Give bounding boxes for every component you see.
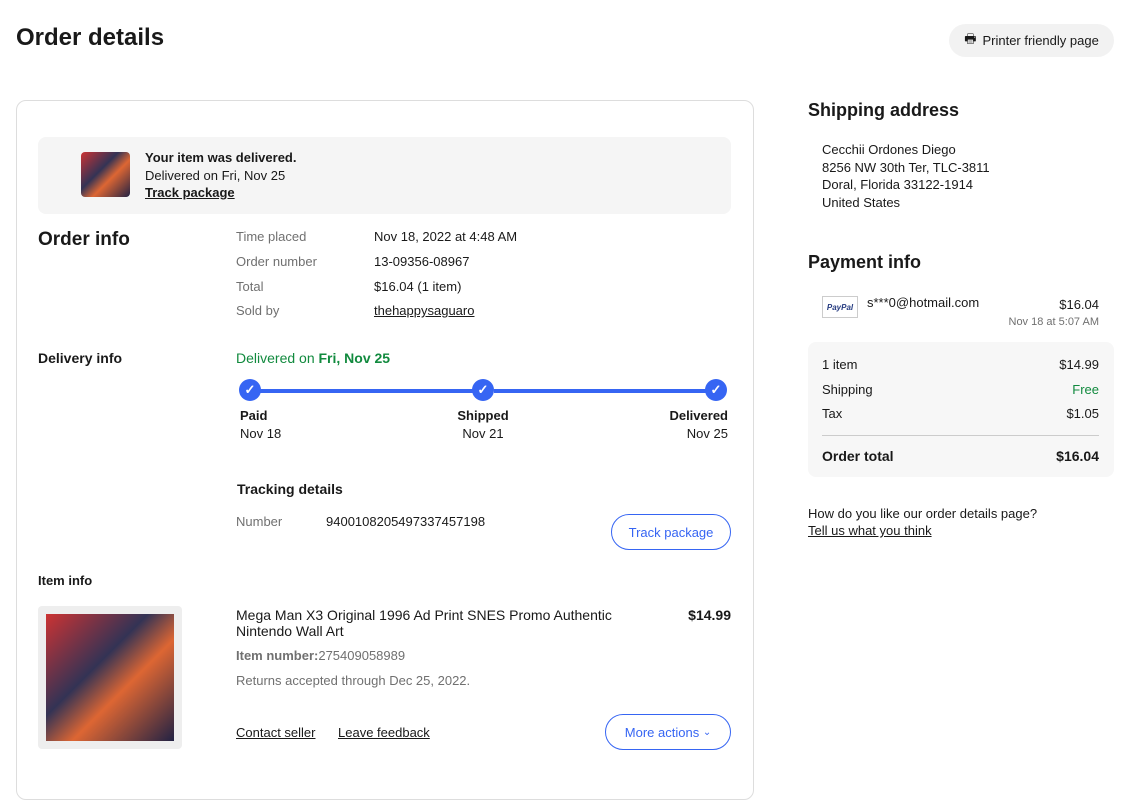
- item-number: 275409058989: [318, 648, 406, 663]
- order-total-label: Order total: [822, 448, 894, 464]
- status-date: Fri, Nov 25: [318, 350, 391, 366]
- address-city: Doral, Florida 33122-1914: [822, 177, 974, 192]
- step-delivered: Delivered: [669, 408, 728, 423]
- time-placed-value: Nov 18, 2022 at 4:48 AM: [374, 229, 518, 244]
- feedback-question: How do you like our order details page?: [808, 506, 1038, 521]
- step-shipped: Shipped: [457, 408, 509, 423]
- delivery-info-heading: Delivery info: [38, 350, 123, 366]
- order-number-label: Order number: [236, 254, 317, 269]
- check-icon: ✓: [239, 379, 261, 401]
- delivery-banner: [38, 137, 731, 214]
- printer-friendly-button[interactable]: 🖶 Printer friendly page: [949, 24, 1114, 57]
- track-package-button[interactable]: Track package: [611, 514, 731, 550]
- total-value: $16.04 (1 item): [374, 279, 462, 294]
- item-info-heading: Item info: [38, 573, 93, 588]
- more-actions-label: More actions: [624, 724, 700, 740]
- address-name: Cecchii Ordones Diego: [822, 142, 956, 157]
- chevron-down-icon: ⌄: [702, 726, 712, 738]
- order-number-value: 13-09356-08967: [374, 254, 470, 269]
- address-street: 8256 NW 30th Ter, TLC-3811: [822, 159, 990, 175]
- check-icon: ✓: [472, 379, 494, 401]
- returns-text: Returns accepted through Dec 25, 2022.: [236, 673, 471, 688]
- shipping-address: Cecchii Ordones Diego 8256 NW 30th Ter, …: [822, 141, 990, 211]
- order-total-value: $16.04: [1056, 448, 1099, 464]
- step-paid: Paid: [240, 408, 268, 423]
- contact-seller-link[interactable]: Contact seller: [236, 725, 315, 740]
- item-price: $14.99: [688, 607, 731, 623]
- item-thumbnail: [81, 152, 130, 197]
- step-delivered-date: Nov 25: [686, 426, 728, 441]
- shipping-value: Free: [1072, 382, 1099, 397]
- address-country: United States: [822, 194, 901, 210]
- items-value: $14.99: [1059, 357, 1099, 372]
- printer-icon: 🖶: [964, 30, 977, 46]
- leave-feedback-link[interactable]: Leave feedback: [338, 725, 430, 740]
- banner-track-link[interactable]: Track package: [145, 185, 235, 200]
- tax-value: $1.05: [1066, 406, 1099, 421]
- progress-line-2: [494, 389, 706, 393]
- payment-amount: $16.04: [1059, 297, 1099, 312]
- tracking-number-label: Number: [236, 514, 283, 529]
- check-icon: ✓: [705, 379, 727, 401]
- delivery-status: Delivered on Fri, Nov 25: [236, 350, 390, 366]
- progress-line-1: [258, 389, 473, 393]
- payment-heading: Payment info: [808, 252, 922, 272]
- printer-label: Printer friendly page: [982, 33, 1099, 48]
- payment-account: s***0@hotmail.com: [867, 295, 980, 310]
- status-prefix: Delivered on: [236, 350, 315, 366]
- tracking-number: 9400108205497337457198: [326, 514, 486, 529]
- items-label: 1 item: [822, 357, 858, 372]
- banner-subtitle: Delivered on Fri, Nov 25: [145, 168, 286, 183]
- item-number-label: Item number:: [236, 648, 319, 663]
- step-paid-date: Nov 18: [240, 426, 282, 441]
- payment-date: Nov 18 at 5:07 AM: [1008, 316, 1100, 328]
- divider: [822, 435, 1099, 436]
- item-image[interactable]: [38, 606, 182, 749]
- shipping-heading: Shipping address: [808, 100, 960, 120]
- seller-link[interactable]: thehappysaguaro: [374, 303, 474, 318]
- shipping-label: Shipping: [822, 382, 873, 397]
- step-shipped-date: Nov 21: [462, 426, 504, 441]
- more-actions-button[interactable]: More actions ⌄: [605, 714, 731, 750]
- tracking-heading: Tracking details: [237, 481, 343, 497]
- total-label: Total: [236, 279, 264, 294]
- paypal-logo: PayPal: [822, 296, 858, 318]
- sold-by-label: Sold by: [236, 303, 280, 318]
- order-info-heading: Order info: [38, 229, 130, 250]
- feedback-link[interactable]: Tell us what you think: [808, 523, 932, 538]
- page-title: Order details: [16, 24, 165, 51]
- banner-title: Your item was delivered.: [145, 150, 297, 165]
- item-title[interactable]: Mega Man X3 Original 1996 Ad Print SNES …: [236, 607, 656, 639]
- tax-label: Tax: [822, 406, 843, 421]
- time-placed-label: Time placed: [236, 229, 307, 244]
